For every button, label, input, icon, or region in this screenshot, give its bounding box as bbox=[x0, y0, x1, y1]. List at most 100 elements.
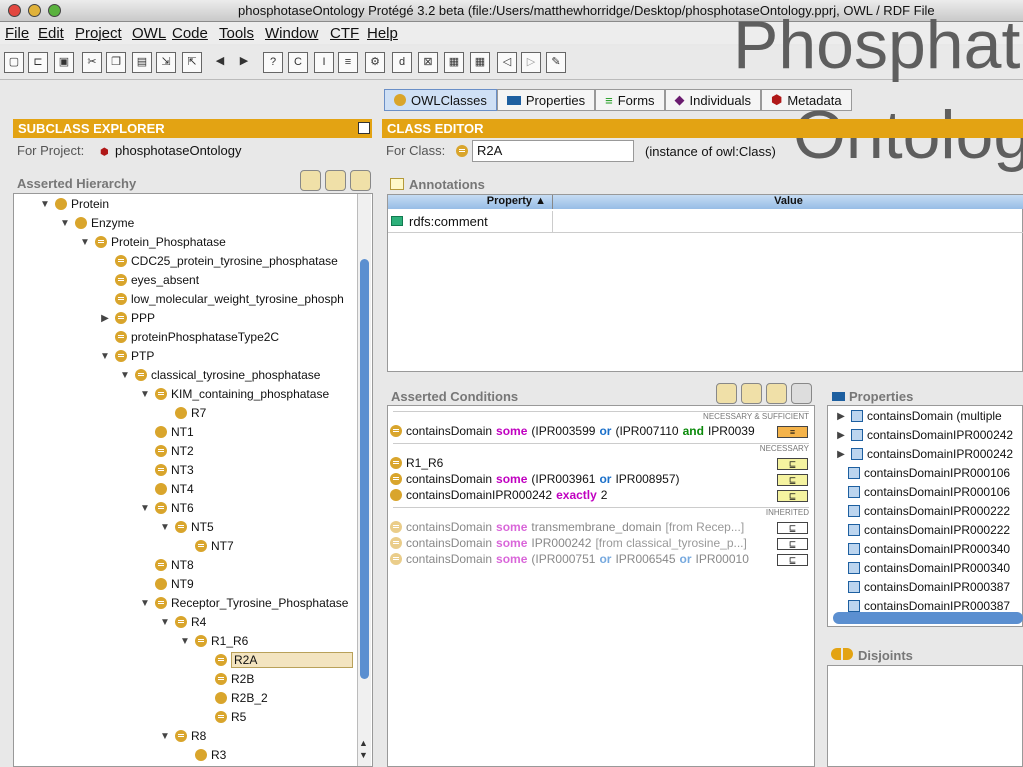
tree-node[interactable]: ▼ Enzyme bbox=[59, 214, 134, 232]
tab-owlclasses[interactable]: OWLClasses bbox=[384, 89, 497, 111]
document-icon[interactable]: ▦ bbox=[444, 52, 464, 73]
expanded-triangle-icon[interactable]: ▼ bbox=[39, 199, 51, 210]
menu-project[interactable]: Project bbox=[75, 25, 122, 42]
property-row[interactable]: containsDomainIPR000106 bbox=[848, 466, 1010, 480]
tree-node[interactable]: proteinPhosphataseType2C bbox=[99, 328, 279, 346]
condition-row[interactable]: containsDomain some (IPR003599 or (IPR00… bbox=[390, 424, 755, 438]
menu-owl[interactable]: OWL bbox=[132, 25, 166, 42]
property-row[interactable]: containsDomainIPR000106 bbox=[848, 485, 1010, 499]
tree-node[interactable]: ▼ classical_tyrosine_phosphatase bbox=[119, 366, 320, 384]
menu-file[interactable]: File bbox=[5, 25, 29, 42]
close-button[interactable] bbox=[8, 4, 21, 17]
new-project-icon[interactable]: ▢ bbox=[4, 52, 24, 73]
create-expression-icon[interactable] bbox=[741, 383, 762, 404]
infer-icon[interactable]: I bbox=[314, 52, 334, 73]
menu-code[interactable]: Code bbox=[172, 25, 208, 42]
inherited-condition-row[interactable]: containsDomain some transmembrane_domain… bbox=[390, 520, 744, 534]
expanded-triangle-icon[interactable]: ▼ bbox=[159, 731, 171, 742]
tab-properties[interactable]: Properties bbox=[496, 89, 596, 111]
classify-icon[interactable]: C bbox=[288, 52, 308, 73]
tree-node[interactable]: ▼ Protein bbox=[39, 195, 109, 213]
annotations-table[interactable]: Property ▲ Value rdfs:comment bbox=[387, 194, 1023, 372]
col-property-header[interactable]: Property ▲ bbox=[388, 195, 552, 209]
scroll-up-icon[interactable]: ▲ bbox=[359, 738, 368, 748]
add-named-class-icon[interactable] bbox=[766, 383, 787, 404]
properties-view-icon[interactable]: ≡ bbox=[338, 52, 358, 73]
tree-node[interactable]: ▼ R8 bbox=[159, 727, 206, 745]
tree-node[interactable]: R2B bbox=[199, 670, 254, 688]
cut-icon[interactable]: ✂ bbox=[82, 52, 102, 73]
tree-node[interactable]: R2B_2 bbox=[199, 689, 268, 707]
annotation-row[interactable]: rdfs:comment bbox=[388, 211, 1023, 233]
open-project-icon[interactable]: ⊏ bbox=[28, 52, 48, 73]
expanded-triangle-icon[interactable]: ▼ bbox=[59, 218, 71, 229]
property-row[interactable]: ▶ containsDomainIPR000242 bbox=[835, 428, 1013, 442]
tree-node[interactable]: NT7 bbox=[179, 537, 234, 555]
properties-scrollbar[interactable] bbox=[833, 612, 1023, 624]
collapsed-triangle-icon[interactable]: ▶ bbox=[835, 430, 847, 441]
dig-icon[interactable]: d bbox=[392, 52, 412, 73]
tree-node[interactable]: ▼ R4 bbox=[159, 613, 206, 631]
tree-node[interactable]: ▼ PTP bbox=[99, 347, 154, 365]
zoom-button[interactable] bbox=[48, 4, 61, 17]
tree-node[interactable]: NT2 bbox=[139, 442, 194, 460]
condition-row[interactable]: containsDomainIPR000242 exactly 2 bbox=[390, 488, 607, 502]
conditions-panel[interactable] bbox=[387, 405, 815, 767]
back-icon[interactable]: ◁ bbox=[497, 52, 517, 73]
tree-node[interactable]: R2A bbox=[199, 651, 353, 669]
minimize-button[interactable] bbox=[28, 4, 41, 17]
maximize-icon[interactable] bbox=[358, 122, 370, 134]
collapsed-triangle-icon[interactable]: ▶ bbox=[835, 449, 847, 460]
tree-scroll-thumb[interactable] bbox=[360, 259, 369, 679]
tree-node[interactable]: NT9 bbox=[139, 575, 194, 593]
condition-row[interactable]: containsDomain some (IPR003961 or IPR008… bbox=[390, 472, 680, 486]
tree-node[interactable]: ▼ KIM_containing_phosphatase bbox=[139, 385, 329, 403]
wand-icon[interactable]: ✎ bbox=[546, 52, 566, 73]
tree-node[interactable]: eyes_absent bbox=[99, 271, 199, 289]
save-icon[interactable]: ▣ bbox=[54, 52, 74, 73]
tree-node[interactable]: NT1 bbox=[139, 423, 194, 441]
export-icon[interactable]: ⇱ bbox=[182, 52, 202, 73]
create-sibling-icon[interactable] bbox=[325, 170, 346, 191]
tree-node[interactable]: ▼ NT5 bbox=[159, 518, 214, 536]
tree-node[interactable]: NT4 bbox=[139, 480, 194, 498]
menu-help[interactable]: Help bbox=[367, 25, 398, 42]
tree-node[interactable]: ▶ PPP bbox=[99, 309, 155, 327]
property-row[interactable]: containsDomainIPR000340 bbox=[848, 561, 1010, 575]
property-row[interactable]: containsDomainIPR000387 bbox=[848, 580, 1010, 594]
forward-icon[interactable]: ▷ bbox=[521, 52, 541, 73]
tree-node[interactable]: ▼ Receptor_Tyrosine_Phosphatase bbox=[139, 594, 348, 612]
menu-tools[interactable]: Tools bbox=[219, 25, 254, 42]
property-row[interactable]: ▶ containsDomainIPR000242 bbox=[835, 447, 1013, 461]
tree-scrollbar[interactable] bbox=[357, 194, 371, 766]
expanded-triangle-icon[interactable]: ▼ bbox=[139, 598, 151, 609]
expanded-triangle-icon[interactable]: ▼ bbox=[159, 522, 171, 533]
tree-node[interactable]: low_molecular_weight_tyrosine_phosph bbox=[99, 290, 344, 308]
expanded-triangle-icon[interactable]: ▼ bbox=[139, 503, 151, 514]
tree-node[interactable]: R7 bbox=[159, 404, 206, 422]
tree-node[interactable]: NT3 bbox=[139, 461, 194, 479]
expanded-triangle-icon[interactable]: ▼ bbox=[119, 370, 131, 381]
collapsed-triangle-icon[interactable]: ▶ bbox=[99, 313, 111, 324]
inherited-condition-row[interactable]: containsDomain some IPR000242 [from clas… bbox=[390, 536, 747, 550]
menu-window[interactable]: Window bbox=[265, 25, 318, 42]
expanded-triangle-icon[interactable]: ▼ bbox=[139, 389, 151, 400]
create-subclass-icon[interactable] bbox=[300, 170, 321, 191]
remove-condition-icon[interactable] bbox=[791, 383, 812, 404]
inherited-condition-row[interactable]: containsDomain some (IPR000751 or IPR006… bbox=[390, 552, 749, 566]
property-row[interactable]: containsDomainIPR000340 bbox=[848, 542, 1010, 556]
paste-icon[interactable]: ▤ bbox=[132, 52, 152, 73]
create-restriction-icon[interactable] bbox=[716, 383, 737, 404]
expanded-triangle-icon[interactable]: ▼ bbox=[159, 617, 171, 628]
expanded-triangle-icon[interactable]: ▼ bbox=[99, 351, 111, 362]
delete-class-icon[interactable] bbox=[350, 170, 371, 191]
tree-node[interactable]: CDC25_protein_tyrosine_phosphatase bbox=[99, 252, 338, 270]
tree-node[interactable]: ▼ Protein_Phosphatase bbox=[79, 233, 226, 251]
tree-node[interactable]: ▼ R1_R6 bbox=[179, 632, 248, 650]
property-row[interactable]: containsDomainIPR000222 bbox=[848, 504, 1010, 518]
undo-icon[interactable]: ◀ bbox=[210, 52, 230, 73]
menu-edit[interactable]: Edit bbox=[38, 25, 64, 42]
copy-icon[interactable]: ❐ bbox=[106, 52, 126, 73]
condition-row[interactable]: R1_R6 bbox=[390, 456, 443, 470]
redo-icon[interactable]: ▶ bbox=[234, 52, 254, 73]
